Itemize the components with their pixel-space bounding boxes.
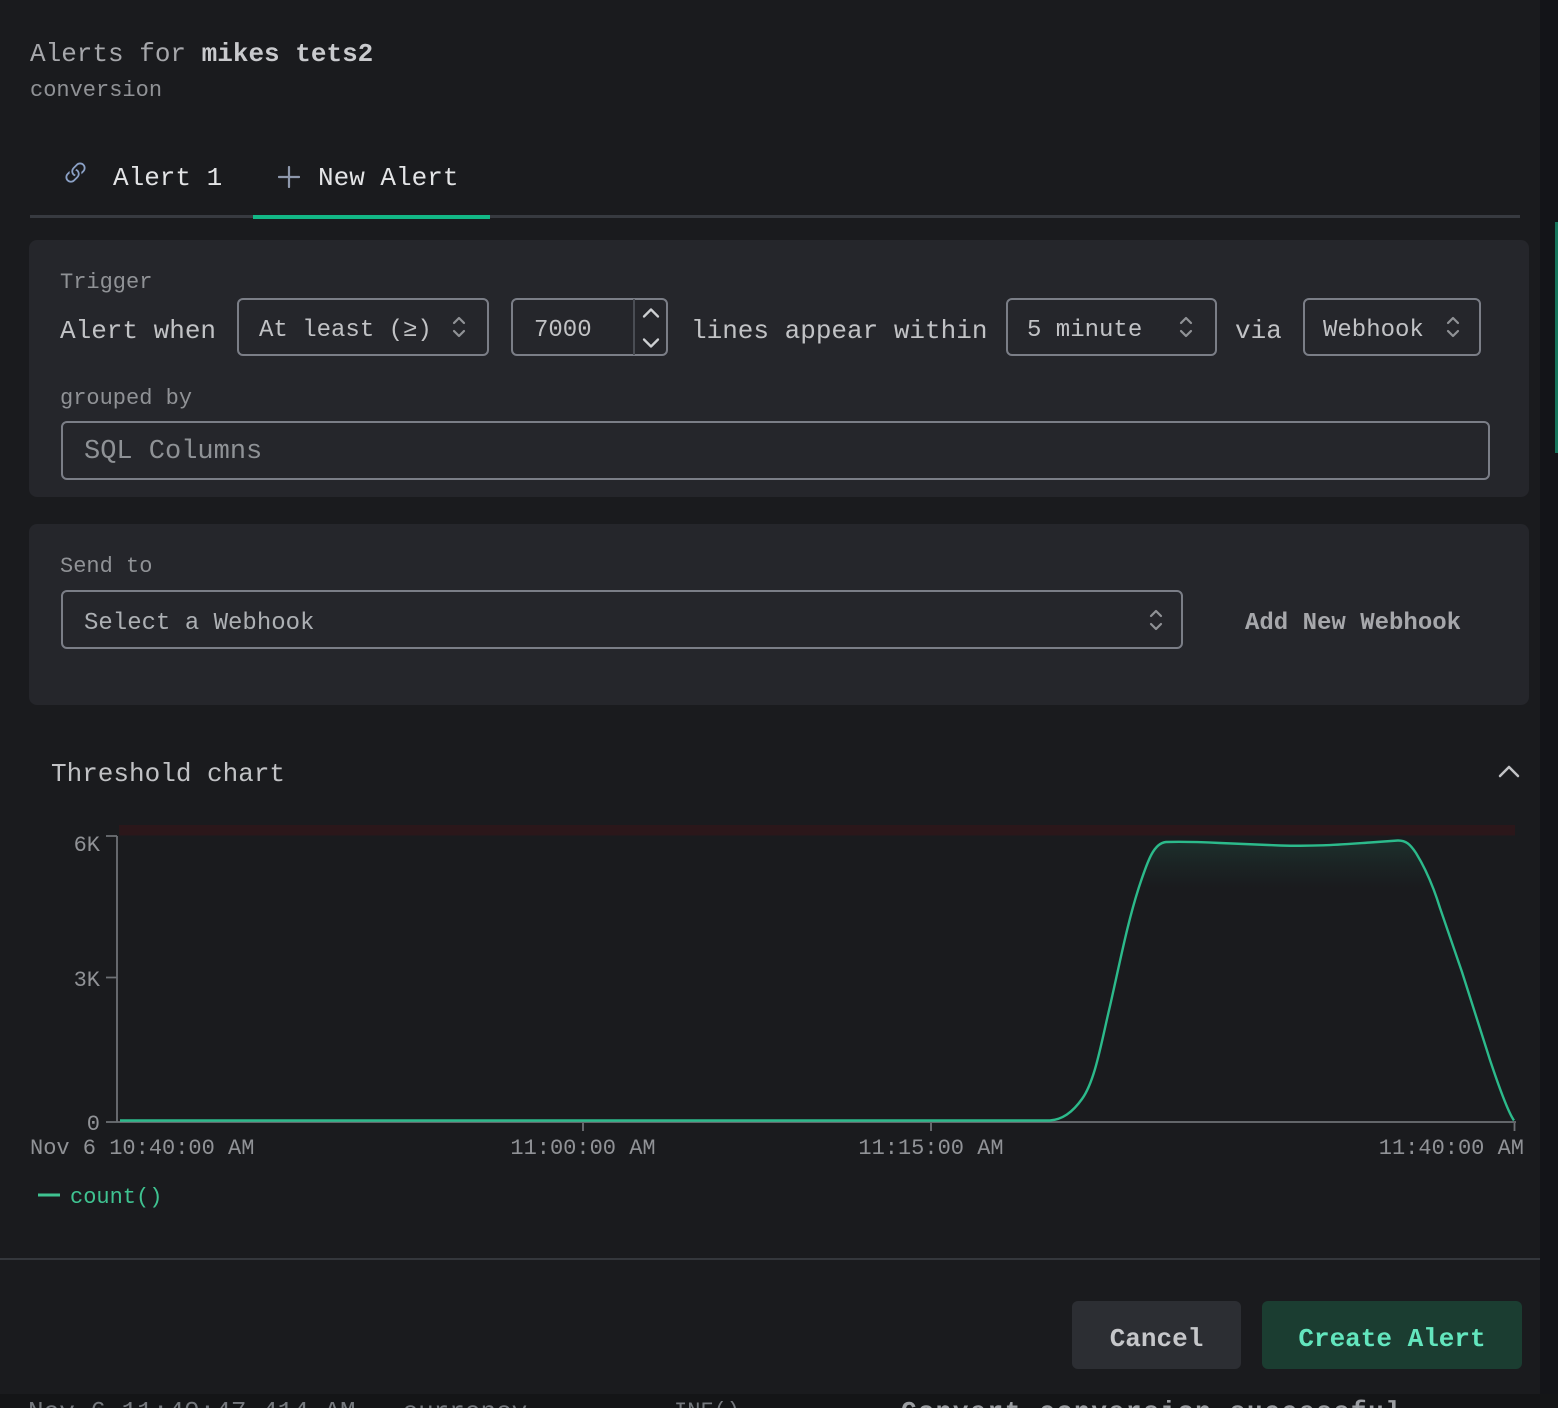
svg-text:Nov 6 10:40:00 AM: Nov 6 10:40:00 AM	[30, 1136, 254, 1161]
svg-text:0: 0	[87, 1112, 100, 1137]
svg-text:count(): count()	[70, 1185, 162, 1210]
svg-text:3K: 3K	[74, 968, 101, 993]
svg-text:11:40:00 AM: 11:40:00 AM	[1379, 1136, 1524, 1161]
svg-text:11:15:00 AM: 11:15:00 AM	[858, 1136, 1003, 1161]
svg-text:11:00:00 AM: 11:00:00 AM	[510, 1136, 655, 1161]
svg-text:6K: 6K	[74, 833, 101, 858]
